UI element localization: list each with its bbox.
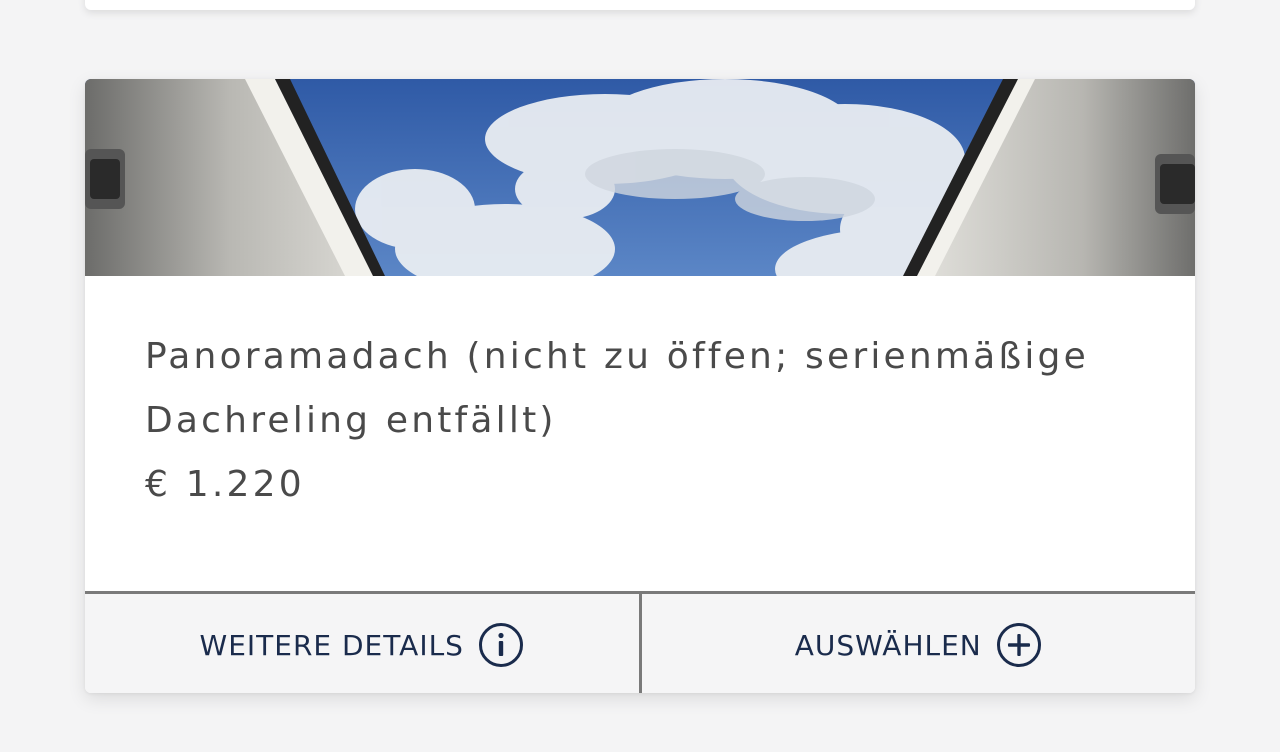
option-actions: WEITERE DETAILS AUSWÄHLEN	[85, 591, 1195, 693]
option-card: Panoramadach (nicht zu öffen; serienmäßi…	[85, 79, 1195, 693]
more-details-button[interactable]: WEITERE DETAILS	[85, 594, 642, 693]
info-icon	[478, 623, 523, 667]
previous-option-card	[85, 0, 1195, 10]
option-price: € 1.220	[145, 464, 305, 505]
select-option-button[interactable]: AUSWÄHLEN	[642, 594, 1196, 693]
select-option-label: AUSWÄHLEN	[794, 628, 982, 662]
panoramic-roof-image	[85, 79, 1195, 276]
plus-circle-icon	[996, 623, 1041, 667]
more-details-label: WEITERE DETAILS	[199, 628, 464, 662]
option-title: Panoramadach (nicht zu öffen; serienmäßi…	[145, 336, 1089, 441]
option-info: Panoramadach (nicht zu öffen; serienmäßi…	[145, 325, 1145, 507]
